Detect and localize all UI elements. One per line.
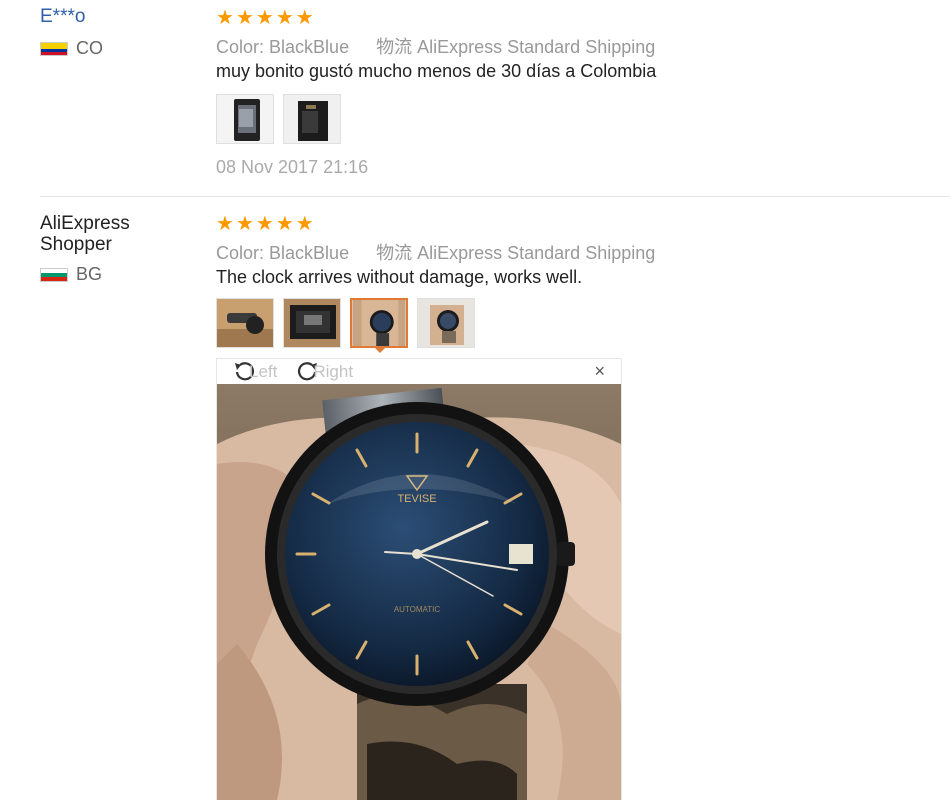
shipping-value: AliExpress Standard Shipping	[417, 37, 656, 57]
review-photos	[216, 298, 475, 348]
viewer-toolbar: Left Right ×	[217, 359, 621, 384]
watch-type-text: AUTOMATIC	[394, 605, 441, 614]
review-photo-thumb[interactable]	[216, 94, 274, 144]
review-divider	[40, 196, 950, 197]
reviewer-name-line1: AliExpress	[40, 213, 130, 234]
rotate-left-label: Left	[249, 361, 278, 381]
shipping-label: 物流	[376, 37, 413, 57]
review-item: AliExpress Shopper BG ★ ★ ★ ★ ★ Color: B…	[0, 198, 950, 800]
reviewer-country: BG	[40, 264, 102, 285]
review-photo-thumb[interactable]	[283, 298, 341, 348]
star-icon: ★	[216, 213, 234, 235]
star-icon: ★	[275, 7, 294, 29]
selected-photo-pointer	[373, 346, 387, 353]
star-rating: ★ ★ ★ ★ ★	[216, 214, 314, 234]
star-rating: ★ ★ ★ ★ ★	[216, 8, 314, 28]
reviewer-name: AliExpress Shopper	[40, 213, 130, 255]
rotate-right-label: Right	[313, 361, 354, 381]
review-photo-thumb-selected[interactable]	[350, 298, 408, 348]
review-text: The clock arrives without damage, works …	[216, 267, 583, 287]
reviewer-name-line2: Shopper	[40, 234, 112, 255]
color-value: BlackBlue	[269, 243, 350, 263]
watch-brand-text: TEVISE	[397, 493, 436, 505]
shipping-value: AliExpress Standard Shipping	[417, 243, 656, 263]
star-icon: ★	[275, 213, 294, 235]
country-code: CO	[76, 38, 103, 58]
review-photo-thumb[interactable]	[417, 298, 475, 348]
reviewer-name[interactable]: E***o	[40, 6, 85, 27]
star-icon: ★	[255, 213, 274, 235]
review-photos	[216, 94, 341, 144]
photo-viewer: Left Right × TEVISE AUTOMATIC	[216, 358, 622, 800]
rotate-right-button[interactable]: Right	[295, 360, 353, 384]
shipping-label: 物流	[376, 243, 413, 263]
review-item: E***o CO ★ ★ ★ ★ ★ Color: BlackBlue 物流 A…	[0, 0, 950, 197]
enlarged-review-photo: TEVISE AUTOMATIC	[217, 384, 621, 800]
review-photo-thumb[interactable]	[283, 94, 341, 144]
rotate-left-button[interactable]: Left	[231, 360, 277, 384]
country-code: BG	[76, 264, 103, 284]
star-icon: ★	[295, 213, 314, 235]
star-icon: ★	[216, 7, 234, 29]
color-label: Color:	[216, 243, 265, 263]
review-date: 08 Nov 2017 21:16	[216, 157, 369, 177]
color-value: BlackBlue	[269, 37, 350, 57]
close-viewer-button[interactable]: ×	[594, 361, 605, 382]
reviewer-country: CO	[40, 38, 103, 59]
review-photo-thumb[interactable]	[216, 298, 274, 348]
order-info: Color: BlackBlue 物流 AliExpress Standard …	[216, 33, 677, 59]
star-icon: ★	[235, 7, 254, 29]
watch-in-hand-photo: TEVISE AUTOMATIC	[217, 384, 621, 800]
star-icon: ★	[235, 213, 254, 235]
review-text: muy bonito gustó mucho menos de 30 días …	[216, 61, 657, 81]
star-icon: ★	[255, 7, 274, 29]
star-icon: ★	[295, 7, 314, 29]
order-info: Color: BlackBlue 物流 AliExpress Standard …	[216, 239, 677, 265]
color-label: Color:	[216, 37, 265, 57]
colombia-flag-icon	[40, 41, 68, 56]
bulgaria-flag-icon	[40, 267, 68, 282]
